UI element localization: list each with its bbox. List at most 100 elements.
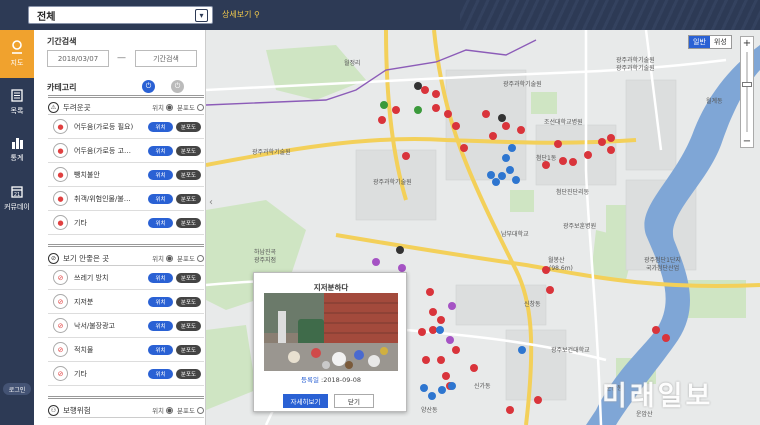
zoom-control[interactable]: + − bbox=[740, 36, 754, 148]
view-details-button[interactable]: 자세히보기 bbox=[283, 394, 328, 408]
place-label: 광주보건대학교 bbox=[551, 346, 590, 354]
position-button[interactable]: 위치 bbox=[148, 193, 173, 204]
category-item: ● 어두움(가로등 고… 위치 분포도 bbox=[48, 139, 204, 163]
group-distribution-option[interactable]: 분포도 bbox=[177, 253, 204, 263]
nav-item-stats[interactable]: 통계 bbox=[0, 126, 34, 174]
group-name: 두려운곳 bbox=[63, 102, 91, 112]
calendar-icon: 21 bbox=[11, 185, 23, 198]
zoom-track[interactable] bbox=[746, 52, 748, 132]
distribution-button[interactable]: 분포도 bbox=[176, 217, 201, 228]
option-label: 분포도 bbox=[177, 407, 195, 415]
position-button[interactable]: 위치 bbox=[148, 368, 173, 379]
group-position-option[interactable]: 위치 bbox=[152, 102, 174, 112]
zoom-slider-handle[interactable] bbox=[742, 82, 752, 87]
distribution-button[interactable]: 분포도 bbox=[176, 193, 201, 204]
distribution-button[interactable]: 분포도 bbox=[176, 169, 201, 180]
category-item-label: 기타 bbox=[74, 369, 87, 378]
group-name: 보행위험 bbox=[63, 405, 91, 415]
section-divider bbox=[48, 396, 204, 399]
place-label: 광주과학기술원 bbox=[373, 178, 412, 186]
distribution-button[interactable]: 분포도 bbox=[176, 368, 201, 379]
region-select[interactable]: 전체 ▾ bbox=[28, 6, 213, 24]
bench-icon: ● bbox=[53, 167, 68, 182]
close-button[interactable]: 닫기 bbox=[334, 394, 374, 408]
group-distribution-option[interactable]: 분포도 bbox=[177, 102, 204, 112]
radio-position[interactable] bbox=[166, 406, 174, 414]
nav-item-map[interactable]: 지도 bbox=[0, 30, 34, 78]
distribution-button[interactable]: 분포도 bbox=[176, 320, 201, 331]
position-button[interactable]: 위치 bbox=[148, 296, 173, 307]
distribution-button[interactable]: 분포도 bbox=[176, 145, 201, 156]
streetlight-icon: ● bbox=[53, 143, 68, 158]
position-button[interactable]: 위치 bbox=[148, 121, 173, 132]
map-type-satellite[interactable]: 위성 bbox=[710, 36, 731, 48]
map-pin-icon bbox=[12, 40, 22, 54]
power-on-icon[interactable]: ⏻ bbox=[142, 80, 155, 93]
group-name: 보기 안좋은 곳 bbox=[63, 253, 110, 263]
period-search-title: 기간검색 bbox=[47, 37, 77, 46]
map-type-switch[interactable]: 일반 위성 bbox=[688, 35, 732, 49]
place-label: 신가동 bbox=[474, 382, 491, 390]
other-icon: ⊘ bbox=[53, 366, 68, 381]
detail-view-link[interactable]: 상세보기 ⚲ bbox=[222, 9, 260, 20]
position-button[interactable]: 위치 bbox=[148, 344, 173, 355]
chevron-down-icon[interactable]: ▾ bbox=[195, 9, 208, 22]
position-button[interactable]: 위치 bbox=[148, 169, 173, 180]
zoom-out-button[interactable]: − bbox=[741, 135, 753, 147]
radio-position[interactable] bbox=[166, 103, 174, 111]
distribution-button[interactable]: 분포도 bbox=[176, 121, 201, 132]
category-group-scary: ⚠ 두려운곳 위치 분포도 bbox=[48, 100, 204, 115]
position-button[interactable]: 위치 bbox=[148, 320, 173, 331]
distribution-button[interactable]: 분포도 bbox=[176, 344, 201, 355]
category-group-unsightly: ⊘ 보기 안좋은 곳 위치 분포도 bbox=[48, 251, 204, 266]
nav-item-list[interactable]: 목록 bbox=[0, 78, 34, 126]
option-label: 위치 bbox=[152, 104, 165, 112]
category-item-label: 낙서/불장광고 bbox=[74, 321, 115, 330]
left-nav: 지도 목록 통계 21 커뮤데이 로그인 bbox=[0, 30, 34, 425]
place-label: 월봉산 bbox=[548, 256, 565, 264]
report-photo bbox=[264, 293, 398, 371]
start-date-input[interactable]: 2018/03/07 bbox=[47, 50, 109, 67]
zoom-in-button[interactable]: + bbox=[741, 37, 753, 49]
group-position-option[interactable]: 위치 bbox=[152, 405, 174, 415]
collapse-panel-button[interactable]: ‹ bbox=[206, 190, 216, 214]
distribution-button[interactable]: 분포도 bbox=[176, 272, 201, 283]
place-label: 첨단1동 bbox=[536, 154, 557, 162]
category-item-label: 뺑치불안 bbox=[74, 170, 100, 179]
radio-distribution[interactable] bbox=[197, 406, 204, 414]
option-label: 분포도 bbox=[177, 255, 195, 263]
position-button[interactable]: 위치 bbox=[148, 217, 173, 228]
category-item-label: 지저분 bbox=[74, 297, 94, 306]
drunk-person-icon: ● bbox=[53, 191, 68, 206]
position-button[interactable]: 위치 bbox=[148, 272, 173, 283]
report-pins-green bbox=[380, 101, 422, 114]
nav-item-calendar[interactable]: 21 커뮤데이 bbox=[0, 174, 34, 222]
group-position-option[interactable]: 위치 bbox=[152, 253, 174, 263]
radio-position[interactable] bbox=[166, 254, 174, 262]
map-type-normal[interactable]: 일반 bbox=[689, 36, 710, 48]
popup-date: 등록일 :2018-09-08 bbox=[254, 374, 408, 384]
login-button[interactable]: 로그인 bbox=[3, 383, 31, 395]
place-label: 조선대학교병원 bbox=[544, 118, 583, 126]
nav-item-label: 통계 bbox=[10, 154, 24, 162]
pedestrian-icon: ⚇ bbox=[48, 404, 59, 416]
distribution-button[interactable]: 분포도 bbox=[176, 296, 201, 307]
dirty-icon: ⊘ bbox=[53, 294, 68, 309]
radio-distribution[interactable] bbox=[197, 254, 204, 262]
place-label: 광주과학기술원 bbox=[252, 148, 291, 156]
category-group-walking-danger: ⚇ 보행위험 위치 분포도 bbox=[48, 403, 204, 418]
nav-item-label: 지도 bbox=[10, 59, 24, 67]
top-bar: 전체 ▾ 상세보기 ⚲ bbox=[0, 0, 760, 30]
walking-person-icon: ⚠ bbox=[48, 101, 59, 113]
end-date-input[interactable]: 기간검색 bbox=[135, 50, 197, 67]
power-off-icon[interactable]: ⏻ bbox=[171, 80, 184, 93]
place-label: 광주보훈병원 bbox=[563, 222, 596, 230]
group-distribution-option[interactable]: 분포도 bbox=[177, 405, 204, 415]
category-item-label: 어두움(가로등 필요) bbox=[74, 122, 134, 131]
place-label: 광주과학기술원 bbox=[503, 80, 542, 88]
radio-distribution[interactable] bbox=[197, 103, 204, 111]
position-button[interactable]: 위치 bbox=[148, 145, 173, 156]
category-item: ⊘ 쓰레기 방치 위치 분포도 bbox=[48, 266, 204, 290]
place-label: 광주지점 bbox=[254, 256, 276, 264]
category-item: ⊘ 기타 위치 분포도 bbox=[48, 362, 204, 386]
